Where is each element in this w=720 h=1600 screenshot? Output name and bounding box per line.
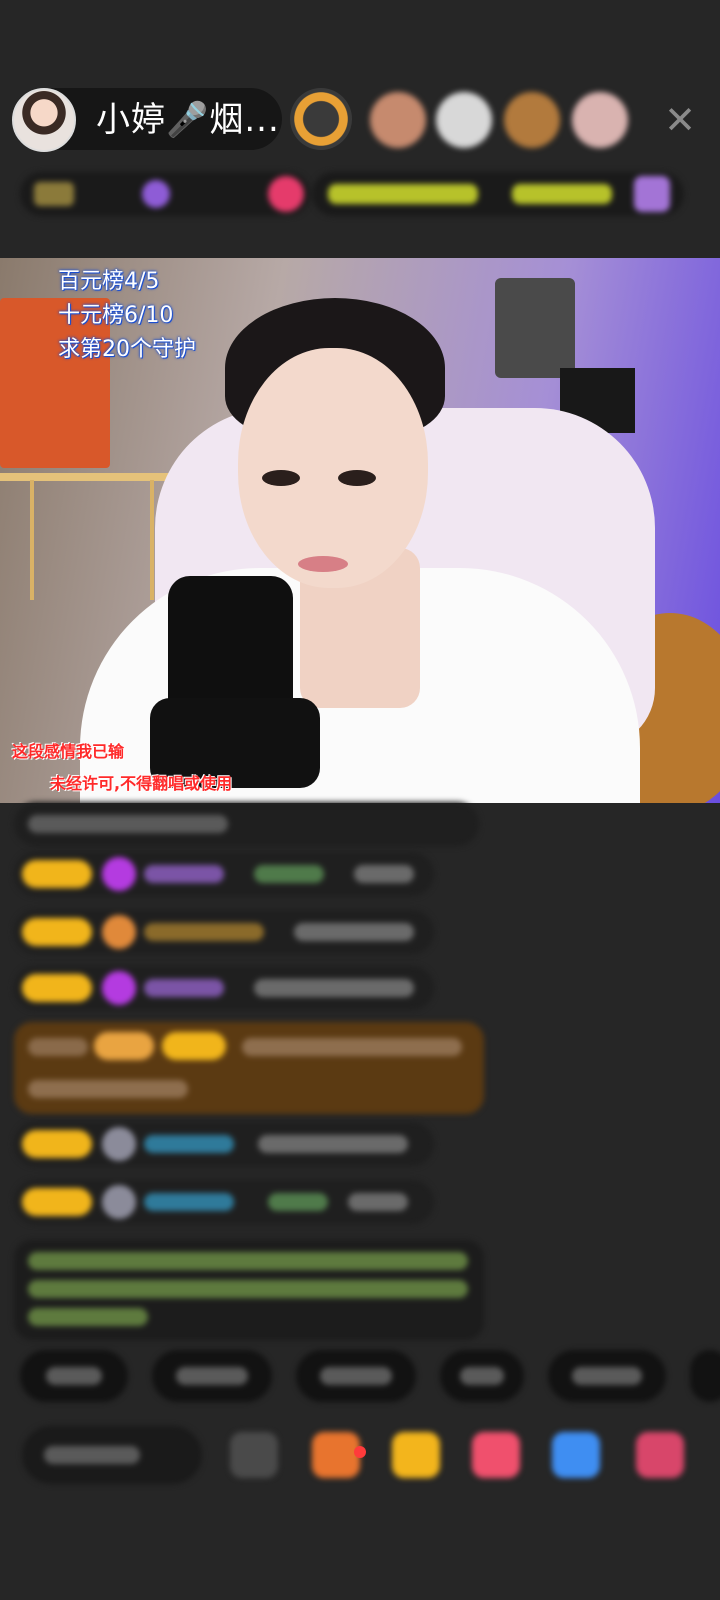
- quick-reply-chip-4[interactable]: [440, 1350, 524, 1402]
- table-leg: [30, 480, 34, 600]
- banner-avatar: [634, 176, 670, 212]
- system-text-line-3: [28, 1308, 148, 1326]
- chat-text: [242, 1038, 462, 1056]
- gift-icon[interactable]: [392, 1432, 440, 1478]
- overlay-line-3: 求第20个守护: [58, 337, 196, 362]
- chat-input-placeholder: [44, 1446, 140, 1464]
- quick-reply-chip-6[interactable]: [690, 1350, 720, 1402]
- streamer-eye: [262, 470, 300, 486]
- chat-text: [348, 1193, 408, 1211]
- streamer-lips: [298, 556, 348, 572]
- level-badge: [22, 860, 92, 888]
- host-name[interactable]: 小婷🎤烟...: [96, 100, 280, 140]
- system-chat-message[interactable]: [14, 1240, 484, 1340]
- tag-badge-icon: [34, 182, 74, 206]
- viewer-avatar-2[interactable]: [370, 92, 426, 148]
- gift-icon: [102, 915, 136, 949]
- gem-icon: [102, 857, 136, 891]
- viewer-avatar-5[interactable]: [572, 92, 628, 148]
- chip-text: [320, 1367, 392, 1385]
- level-badge: [22, 1130, 92, 1158]
- banner-highlight-2: [512, 184, 612, 204]
- live-video[interactable]: 百元榜4/5 十元榜6/10 求第20个守护 这段感情我已输 未经许可,不得翻唱…: [0, 258, 720, 803]
- system-text-line-2: [28, 1280, 468, 1298]
- gem-icon: [102, 971, 136, 1005]
- chat-username-2: [254, 865, 324, 883]
- quick-reply-chip-5[interactable]: [548, 1350, 666, 1402]
- chat-message[interactable]: [14, 802, 479, 846]
- host-tags-row[interactable]: [20, 172, 310, 216]
- notification-dot: [354, 1446, 366, 1458]
- chat-username: [144, 979, 224, 997]
- chat-username: [144, 1135, 234, 1153]
- viewer-avatar-3[interactable]: [436, 92, 492, 148]
- quick-reply-chip-2[interactable]: [152, 1350, 272, 1402]
- chat-input[interactable]: [22, 1426, 202, 1484]
- chat-text-2: [28, 1080, 188, 1098]
- copyright-notice: 未经许可,不得翻唱或使用: [50, 774, 233, 793]
- prize-icon[interactable]: [636, 1432, 684, 1478]
- table-leg: [150, 480, 154, 600]
- highlight-chat-message[interactable]: [14, 1022, 484, 1114]
- chat-text: [258, 1135, 408, 1153]
- overlay-line-2: 十元榜6/10: [58, 303, 174, 328]
- heart-icon[interactable]: [472, 1432, 520, 1478]
- streamer-face: [238, 348, 428, 588]
- tier-badge: [94, 1032, 154, 1060]
- top-viewer-avatar-1[interactable]: [290, 88, 352, 150]
- system-text-line-1: [28, 1252, 468, 1270]
- chip-text: [572, 1367, 642, 1385]
- chat-username-2: [268, 1193, 328, 1211]
- chip-text: [46, 1367, 102, 1385]
- chat-text: [28, 815, 228, 833]
- chip-text: [176, 1367, 248, 1385]
- avatar-icon: [102, 1185, 136, 1219]
- tag-gem-icon: [142, 180, 170, 208]
- chat-username: [144, 1193, 234, 1211]
- close-icon[interactable]: ✕: [660, 100, 700, 140]
- chat-message[interactable]: [14, 966, 434, 1010]
- chat-text: [254, 979, 414, 997]
- chat-message[interactable]: [14, 852, 434, 896]
- quick-reply-chip-3[interactable]: [296, 1350, 416, 1402]
- gift-box-icon[interactable]: [312, 1432, 360, 1478]
- level-badge: [22, 918, 92, 946]
- activity-banner[interactable]: [312, 172, 684, 216]
- quick-reply-chip-1[interactable]: [20, 1350, 128, 1402]
- chat-username: [144, 865, 224, 883]
- chat-message[interactable]: [14, 1180, 434, 1224]
- avatar-icon: [102, 1127, 136, 1161]
- tag-red-icon: [268, 176, 304, 212]
- chat-username: [28, 1038, 88, 1056]
- banner-highlight: [328, 184, 478, 204]
- viewer-avatar-4[interactable]: [504, 92, 560, 148]
- more-icon[interactable]: [230, 1432, 278, 1478]
- level-badge: [22, 1188, 92, 1216]
- streamer-eye: [338, 470, 376, 486]
- song-title: 这段感情我已输: [12, 742, 125, 761]
- chat-text: [354, 865, 414, 883]
- chat-text: [294, 923, 414, 941]
- chat-username: [144, 923, 264, 941]
- chat-message[interactable]: [14, 910, 434, 954]
- overlay-line-1: 百元榜4/5: [58, 269, 160, 294]
- level-badge: [162, 1032, 226, 1060]
- chip-text: [460, 1367, 504, 1385]
- game-controller-icon[interactable]: [552, 1432, 600, 1478]
- level-badge: [22, 974, 92, 1002]
- host-avatar[interactable]: [12, 88, 76, 152]
- pendant-lamp: [495, 278, 575, 378]
- chat-message[interactable]: [14, 1122, 434, 1166]
